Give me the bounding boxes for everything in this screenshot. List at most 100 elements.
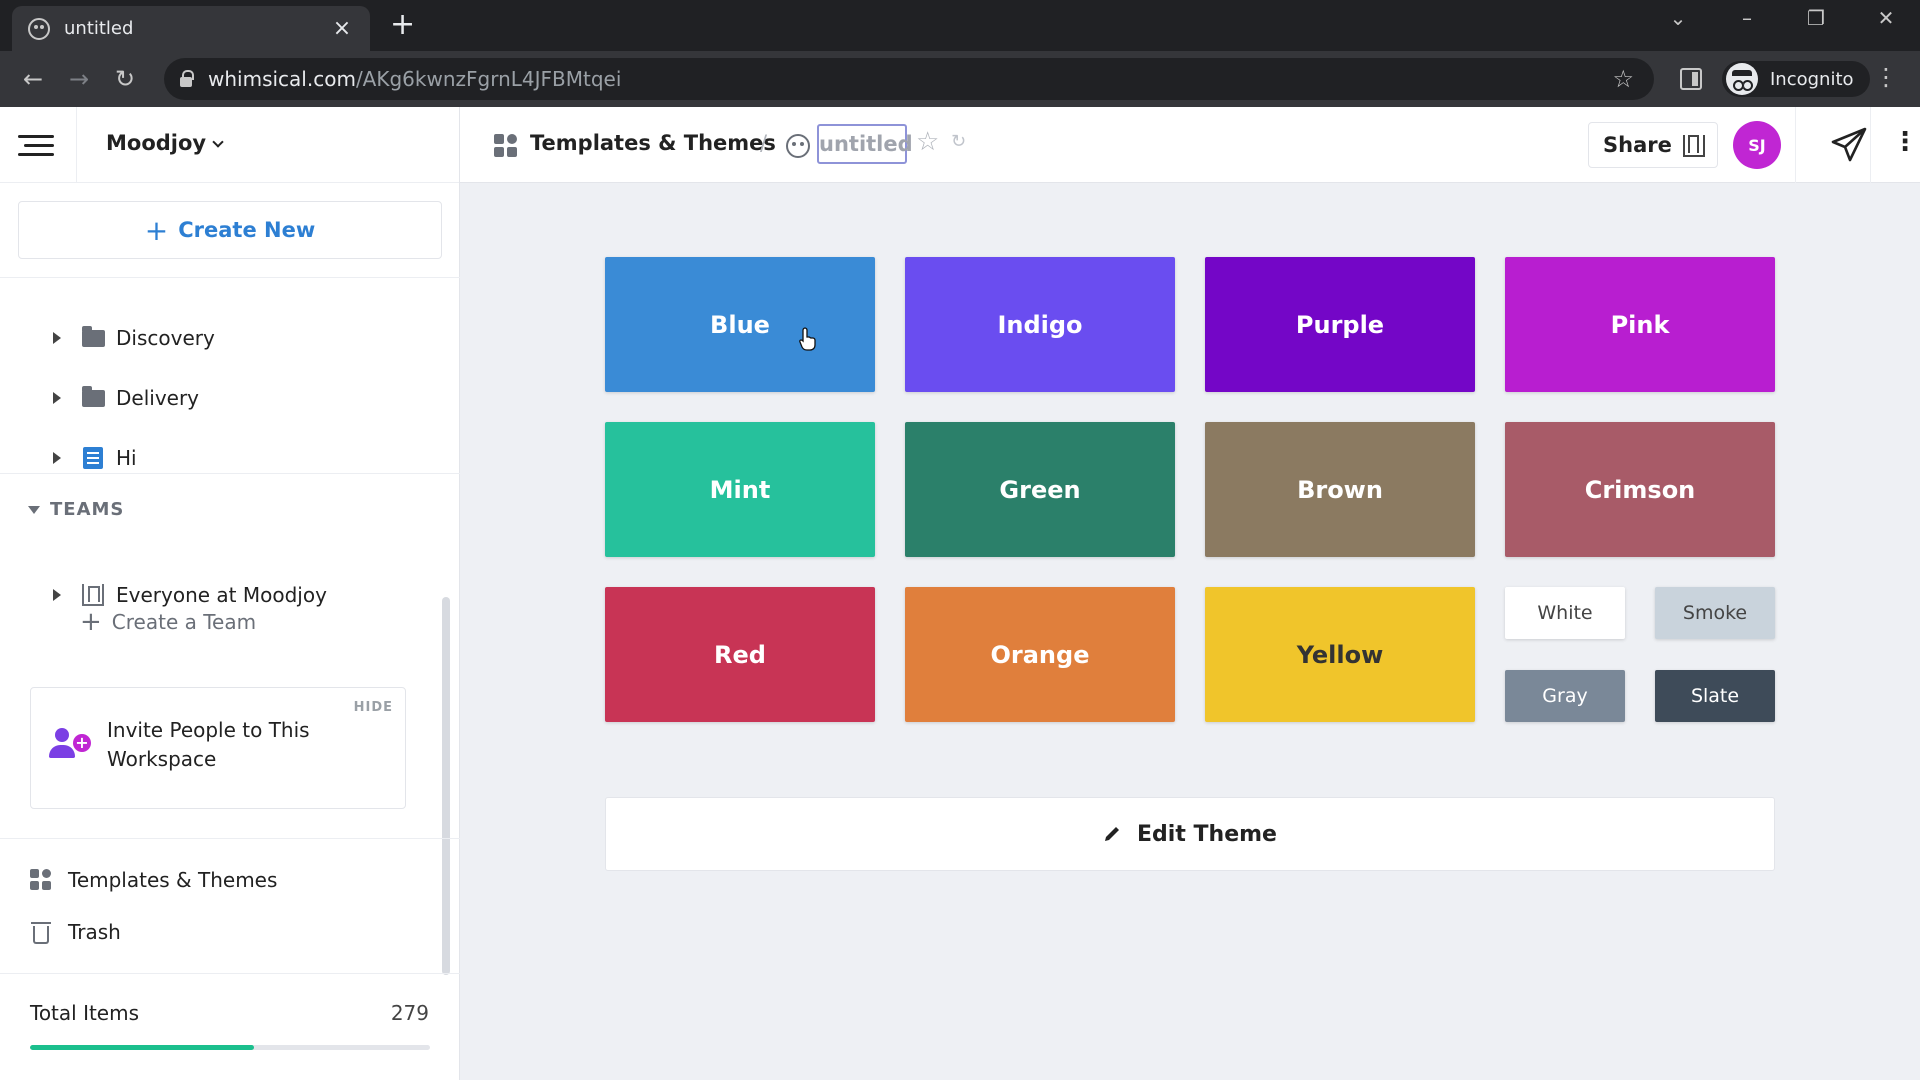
swatch-yellow[interactable]: Yellow — [1205, 587, 1475, 722]
sidebar-header: Moodjoy — [0, 107, 459, 183]
sidebar: Moodjoy + Create New Discovery Delivery … — [0, 107, 460, 1080]
new-tab-icon[interactable]: + — [390, 10, 415, 40]
templates-icon — [30, 869, 52, 891]
sidebar-item-label: Everyone at Moodjoy — [116, 583, 327, 607]
sidebar-item-delivery[interactable]: Delivery — [0, 376, 460, 420]
avatar[interactable]: SJ — [1733, 121, 1781, 169]
swatch-white[interactable]: White — [1505, 587, 1625, 639]
sidebar-item-templates[interactable]: Templates & Themes — [0, 858, 460, 902]
divider — [1870, 107, 1871, 183]
create-team-button[interactable]: + Create a Team — [80, 607, 256, 637]
sidebar-item-label: Trash — [68, 920, 121, 944]
workspace-switcher[interactable]: Moodjoy — [106, 131, 224, 155]
tab-search-icon[interactable]: ⌄ — [1658, 6, 1698, 30]
swatch-indigo[interactable]: Indigo — [905, 257, 1175, 392]
tab-title: untitled — [64, 18, 134, 39]
restore-icon[interactable]: ❐ — [1796, 6, 1836, 30]
sidebar-item-discovery[interactable]: Discovery — [0, 316, 460, 360]
templates-icon — [494, 134, 518, 158]
sidebar-item-label: Delivery — [116, 386, 200, 410]
share-label: Share — [1603, 133, 1672, 157]
building-icon — [82, 584, 104, 606]
address-bar[interactable]: whimsical.com/AKg6kwnzFgrnL4JFBMtqei ☆ — [164, 58, 1654, 100]
incognito-icon — [1726, 63, 1758, 95]
browser-menu-icon[interactable]: ⋮ — [1874, 65, 1898, 89]
divider — [0, 277, 460, 278]
folder-icon — [82, 325, 105, 347]
swatch-slate[interactable]: Slate — [1655, 670, 1775, 722]
swatch-pink[interactable]: Pink — [1505, 257, 1775, 392]
forward-icon[interactable]: → — [56, 65, 102, 93]
caret-down-icon — [28, 505, 40, 514]
folder-icon — [82, 385, 105, 407]
incognito-badge[interactable]: Incognito — [1722, 61, 1870, 97]
swatch-smoke[interactable]: Smoke — [1655, 587, 1775, 639]
send-icon[interactable] — [1830, 127, 1868, 163]
create-new-button[interactable]: + Create New — [18, 201, 442, 259]
expand-caret-icon[interactable] — [53, 392, 61, 404]
expand-caret-icon[interactable] — [53, 452, 61, 464]
browser-tab[interactable]: untitled × — [12, 6, 370, 51]
plus-icon: + — [80, 607, 102, 637]
bookmark-star-icon[interactable]: ☆ — [1612, 65, 1634, 93]
board-favicon-icon — [28, 17, 50, 40]
divider — [0, 973, 460, 974]
sidebar-item-trash[interactable]: Trash — [0, 910, 460, 954]
swatch-red[interactable]: Red — [605, 587, 875, 722]
breadcrumb-parent[interactable]: Templates & Themes — [530, 131, 776, 155]
workspace-name: Moodjoy — [106, 131, 207, 155]
app-header: Templates & Themes / untitled ☆ ↻ Share … — [460, 107, 1920, 183]
expand-caret-icon[interactable] — [53, 589, 61, 601]
edit-theme-button[interactable]: Edit Theme — [605, 797, 1775, 871]
teams-heading: TEAMS — [50, 499, 125, 520]
divider — [1795, 107, 1796, 183]
sync-icon: ↻ — [951, 131, 967, 152]
document-icon — [83, 447, 103, 469]
expand-caret-icon[interactable] — [53, 332, 61, 344]
hide-invite-button[interactable]: HIDE — [354, 700, 393, 715]
collapse-sidebar-icon[interactable] — [18, 135, 54, 156]
edit-theme-label: Edit Theme — [1137, 821, 1277, 847]
url-domain: whimsical.com — [208, 67, 356, 91]
workspace-share-icon — [1683, 135, 1705, 157]
total-items-count: 279 — [390, 1001, 429, 1025]
swatch-mint[interactable]: Mint — [605, 422, 875, 557]
swatch-blue[interactable]: Blue — [605, 257, 875, 392]
swatch-gray[interactable]: Gray — [1505, 670, 1625, 722]
sidebar-item-label: Templates & Themes — [68, 868, 278, 892]
lock-icon[interactable] — [180, 70, 194, 87]
share-button[interactable]: Share — [1588, 122, 1718, 168]
divider — [76, 107, 77, 183]
board-title-input[interactable]: untitled — [817, 124, 913, 164]
swatch-purple[interactable]: Purple — [1205, 257, 1475, 392]
invite-card[interactable]: HIDE + Invite People to This Workspace — [30, 687, 406, 809]
minimize-icon[interactable]: – — [1727, 6, 1767, 30]
swatch-brown[interactable]: Brown — [1205, 422, 1475, 557]
swatch-crimson[interactable]: Crimson — [1505, 422, 1775, 557]
plus-icon: + — [144, 213, 169, 247]
divider — [0, 473, 460, 474]
storage-progress-bar — [30, 1045, 430, 1050]
reload-icon[interactable]: ↻ — [102, 65, 148, 93]
create-team-label: Create a Team — [111, 610, 257, 634]
swatch-orange[interactable]: Orange — [905, 587, 1175, 722]
sidebar-item-label: Discovery — [116, 326, 215, 350]
more-options-icon[interactable]: ⋮ — [1892, 129, 1918, 155]
total-items-label: Total Items — [30, 1001, 140, 1025]
trash-icon — [31, 920, 51, 944]
swatch-green[interactable]: Green — [905, 422, 1175, 557]
favorite-star-icon[interactable]: ☆ — [916, 127, 939, 157]
divider — [0, 838, 460, 839]
board-icon[interactable] — [786, 134, 810, 158]
breadcrumb-separator: / — [760, 131, 768, 155]
teams-section-toggle[interactable]: TEAMS — [28, 499, 124, 520]
chevron-down-icon — [212, 136, 224, 148]
close-tab-icon[interactable]: × — [330, 16, 354, 41]
pencil-icon — [1105, 827, 1120, 841]
back-icon[interactable]: ← — [10, 65, 56, 93]
add-user-icon: + — [49, 728, 93, 764]
side-panel-icon[interactable] — [1680, 68, 1702, 90]
storage-progress-fill — [30, 1045, 254, 1050]
close-window-icon[interactable]: ✕ — [1866, 6, 1906, 30]
create-new-label: Create New — [178, 218, 316, 242]
